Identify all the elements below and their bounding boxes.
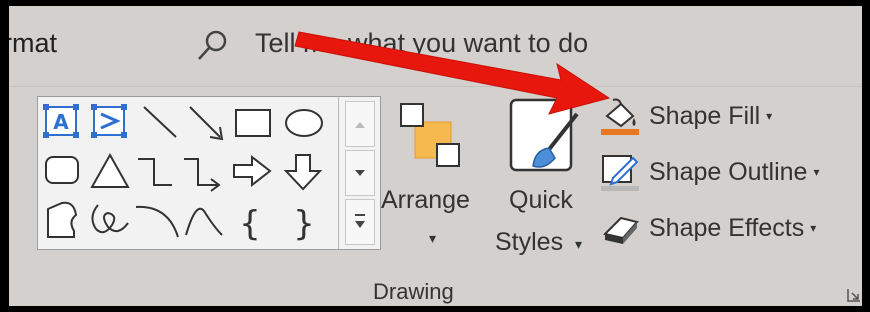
drawing-group-label: Drawing <box>373 279 454 304</box>
gallery-scroll-down-button[interactable] <box>345 150 375 196</box>
arrange-button[interactable]: Arrange <box>381 186 470 215</box>
shapes-gallery: A {} <box>37 96 381 250</box>
right-arrow-icon[interactable] <box>233 154 272 188</box>
quick-styles-dropdown-caret[interactable]: ▾ <box>575 236 582 253</box>
shape-outline-label: Shape Outline <box>649 157 808 186</box>
oval-icon[interactable] <box>285 109 323 137</box>
arrange-dropdown-caret[interactable]: ▾ <box>429 230 436 247</box>
left-brace-icon[interactable]: { <box>239 204 261 244</box>
eraser-icon <box>603 216 639 244</box>
right-brace-icon[interactable]: } <box>293 204 315 244</box>
svg-text:A: A <box>53 110 69 134</box>
arrange-icon[interactable] <box>397 100 463 176</box>
shape-outline-caret[interactable]: ▾ <box>813 165 819 179</box>
shape-fill-button[interactable]: Shape Fill ▾ <box>599 92 772 140</box>
quick-styles-label-line1[interactable]: Quick <box>509 186 573 215</box>
shape-effects-caret[interactable]: ▾ <box>810 221 816 235</box>
shapes-grid: A {} <box>43 104 323 244</box>
pen-icon <box>601 155 639 191</box>
rounded-rectangle-icon[interactable] <box>45 156 79 184</box>
ribbon-frame: rmat Tell me what you want to do A <box>9 6 862 306</box>
gallery-more-button[interactable] <box>345 199 375 245</box>
search-icon[interactable] <box>193 26 233 66</box>
line-icon[interactable] <box>143 106 177 138</box>
freeform-icon[interactable] <box>47 201 78 238</box>
curve-icon[interactable] <box>185 207 223 236</box>
elbow-arrow-connector-icon[interactable] <box>184 158 221 192</box>
ribbon-tab-bar: rmat Tell me what you want to do <box>9 6 862 87</box>
quick-styles-icon[interactable] <box>503 94 587 180</box>
rectangle-icon[interactable] <box>235 109 271 137</box>
quick-styles-button[interactable]: Styles <box>495 228 563 257</box>
text-box-icon[interactable]: A <box>43 104 79 138</box>
gallery-scroll-bar <box>338 97 380 249</box>
tab-format[interactable]: rmat <box>9 28 57 59</box>
down-arrow-icon[interactable] <box>283 154 323 191</box>
shape-fill-caret[interactable]: ▾ <box>766 109 772 123</box>
vertical-text-box-icon[interactable] <box>91 104 127 138</box>
arrow-line-icon[interactable] <box>189 106 224 141</box>
scribble-icon[interactable] <box>91 204 129 234</box>
dialog-launcher-icon[interactable] <box>847 288 861 302</box>
shape-effects-button[interactable]: Shape Effects ▾ <box>599 204 816 252</box>
shape-outline-button[interactable]: Shape Outline ▾ <box>599 148 819 196</box>
triangle-icon[interactable] <box>90 152 130 188</box>
arc-icon[interactable] <box>135 205 179 238</box>
shape-fill-label: Shape Fill <box>649 101 761 130</box>
chevron-down-icon <box>355 170 365 176</box>
chevron-up-icon <box>355 122 365 128</box>
tell-me-search-box[interactable]: Tell me what you want to do <box>255 28 588 59</box>
elbow-connector-icon[interactable] <box>138 158 172 186</box>
paint-bucket-icon <box>601 98 639 135</box>
more-icon <box>355 214 365 228</box>
shape-effects-label: Shape Effects <box>649 213 805 242</box>
gallery-scroll-up-button[interactable] <box>345 101 375 147</box>
